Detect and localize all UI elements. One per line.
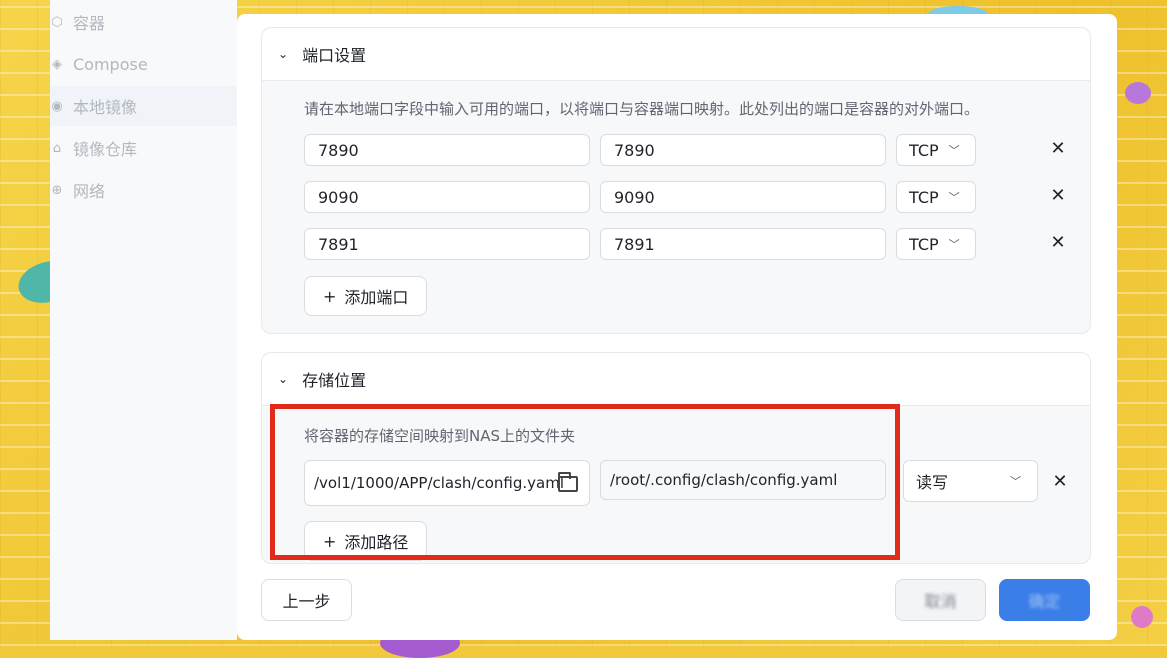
sidebar-item-label: 容器 xyxy=(73,14,106,33)
sidebar-item-registry[interactable]: ⌂ 镜像仓库 xyxy=(50,128,237,168)
layers-icon: ◈ xyxy=(52,56,62,72)
folder-icon[interactable] xyxy=(558,472,578,492)
sidebar: ⬡ 容器 ◈ Compose ◉ 本地镜像 ⌂ 镜像仓库 ⊕ 网络 xyxy=(50,0,237,640)
cancel-label: 取消 xyxy=(924,592,957,611)
remove-port-button[interactable]: ✕ xyxy=(1048,138,1068,159)
protocol-select[interactable]: TCP ﹀ xyxy=(896,228,976,260)
chevron-down-icon: ﹀ xyxy=(948,191,960,204)
protocol-select[interactable]: TCP ﹀ xyxy=(896,134,976,166)
confirm-button[interactable]: 确定 xyxy=(999,579,1090,621)
add-port-label: 添加端口 xyxy=(344,288,409,307)
local-port-input[interactable]: 9090 xyxy=(304,181,590,213)
storage-header[interactable]: ⌄ 存储位置 xyxy=(262,353,1090,406)
port-settings-section: ⌄ 端口设置 请在本地端口字段中输入可用的端口，以将端口与容器端口映射。此处列出… xyxy=(261,27,1091,334)
sidebar-item-label: 镜像仓库 xyxy=(73,140,138,159)
decor-blob xyxy=(1125,82,1151,104)
chevron-down-icon: ﹀ xyxy=(1010,475,1021,488)
sidebar-item-compose[interactable]: ◈ Compose xyxy=(50,44,237,84)
storage-hint: 将容器的存储空间映射到NAS上的文件夹 xyxy=(304,427,576,445)
sidebar-item-label: 本地镜像 xyxy=(73,98,138,117)
chevron-down-icon: ﹀ xyxy=(948,144,960,157)
home-icon: ⌂ xyxy=(52,140,62,156)
nas-path-value: /vol1/1000/APP/clash/config.yaml xyxy=(314,474,565,492)
plus-icon: + xyxy=(323,531,337,551)
cube-icon: ⬡ xyxy=(51,14,63,30)
main-panel: ⌄ 端口设置 请在本地端口字段中输入可用的端口，以将端口与容器端口映射。此处列出… xyxy=(237,14,1117,640)
plus-icon: + xyxy=(323,286,337,306)
protocol-value: TCP xyxy=(909,187,939,207)
container-port-input[interactable]: 7890 xyxy=(600,134,886,166)
add-path-label: 添加路径 xyxy=(344,533,409,552)
sidebar-item-label: Compose xyxy=(73,54,148,74)
container-port-input[interactable]: 9090 xyxy=(600,181,886,213)
remove-port-button[interactable]: ✕ xyxy=(1048,185,1068,206)
section-title: 端口设置 xyxy=(302,46,367,65)
nas-path-input[interactable]: /vol1/1000/APP/clash/config.yaml xyxy=(304,460,590,506)
sidebar-item-containers[interactable]: ⬡ 容器 xyxy=(50,2,237,42)
protocol-value: TCP xyxy=(909,234,939,254)
globe-icon: ⊕ xyxy=(51,182,63,198)
port-hint: 请在本地端口字段中输入可用的端口，以将端口与容器端口映射。此处列出的端口是容器的… xyxy=(304,100,980,118)
section-title: 存储位置 xyxy=(302,371,367,390)
chevron-down-icon: ﹀ xyxy=(948,238,960,251)
decor-blob xyxy=(1131,606,1153,628)
local-port-input[interactable]: 7890 xyxy=(304,134,590,166)
mode-value: 读写 xyxy=(916,473,949,492)
container-port-input[interactable]: 7891 xyxy=(600,228,886,260)
protocol-select[interactable]: TCP ﹀ xyxy=(896,181,976,213)
remove-port-button[interactable]: ✕ xyxy=(1048,232,1068,253)
cancel-button[interactable]: 取消 xyxy=(895,579,986,621)
chevron-down-icon: ⌄ xyxy=(278,372,289,386)
sidebar-item-label: 网络 xyxy=(73,182,106,201)
prev-step-button[interactable]: 上一步 xyxy=(261,579,352,621)
sidebar-item-local-images[interactable]: ◉ 本地镜像 xyxy=(50,86,237,126)
port-settings-header[interactable]: ⌄ 端口设置 xyxy=(262,28,1090,81)
sidebar-item-network[interactable]: ⊕ 网络 xyxy=(50,170,237,210)
container-path-input[interactable]: /root/.config/clash/config.yaml xyxy=(600,460,886,500)
chevron-down-icon: ⌄ xyxy=(278,47,289,61)
storage-section: ⌄ 存储位置 将容器的存储空间映射到NAS上的文件夹 /vol1/1000/AP… xyxy=(261,352,1091,564)
mode-select[interactable]: 读写 ﹀ xyxy=(903,460,1038,502)
disc-icon: ◉ xyxy=(51,98,63,114)
protocol-value: TCP xyxy=(909,140,939,160)
add-path-button[interactable]: + 添加路径 xyxy=(304,521,428,561)
remove-path-button[interactable]: ✕ xyxy=(1050,471,1070,492)
confirm-label: 确定 xyxy=(1028,592,1061,611)
local-port-input[interactable]: 7891 xyxy=(304,228,590,260)
add-port-button[interactable]: + 添加端口 xyxy=(304,276,428,316)
